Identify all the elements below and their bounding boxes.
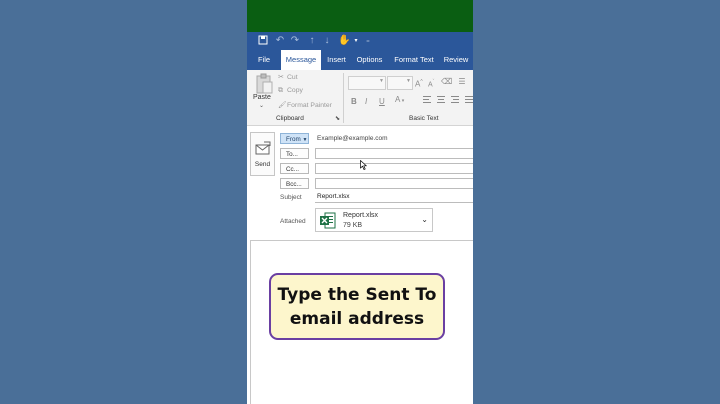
send-label: Send — [254, 161, 271, 168]
outlook-compose-window: ↶ ↷ ↑ ↓ ✋ ▾ ₌ File Message Insert Option… — [247, 0, 473, 404]
ribbon-separator — [343, 73, 344, 123]
clipboard-launcher-icon[interactable]: ⬊ — [335, 115, 340, 122]
bcc-field[interactable] — [315, 178, 473, 189]
quick-access-toolbar: ↶ ↷ ↑ ↓ ✋ ▾ ₌ — [247, 32, 473, 50]
scissors-icon: ✂ — [278, 74, 284, 81]
from-label: From — [286, 136, 301, 143]
chevron-down-icon: ▼ — [406, 78, 411, 84]
bold-button[interactable]: B — [351, 96, 357, 108]
basic-text-group-label: Basic Text — [409, 115, 439, 122]
subject-field[interactable]: Report.xlsx — [315, 192, 473, 203]
send-icon — [255, 141, 271, 155]
clipboard-group-label: Clipboard — [276, 115, 304, 122]
chevron-down-icon: ▾ — [400, 98, 405, 104]
tab-message[interactable]: Message — [281, 50, 321, 70]
chevron-down-icon: ▼ — [379, 78, 384, 84]
copy-button[interactable]: ⧉ Copy — [278, 87, 303, 95]
send-button[interactable]: Send — [250, 132, 275, 176]
excel-file-icon — [320, 212, 336, 229]
callout-line-1: Type the Sent To — [277, 284, 437, 305]
bullets-icon[interactable]: ☰ — [457, 76, 467, 88]
font-name-select[interactable]: ▼ — [348, 76, 386, 90]
cut-label: Cut — [287, 74, 298, 81]
subject-label: Subject — [280, 194, 302, 201]
chevron-down-icon[interactable]: ⌄ — [421, 215, 428, 224]
to-field[interactable] — [315, 148, 473, 159]
title-band — [247, 0, 473, 32]
up-arrow-icon[interactable]: ↑ — [306, 35, 318, 47]
attachment-item[interactable]: Report.xlsx 79 KB ⌄ — [315, 208, 433, 232]
cc-field[interactable] — [315, 163, 473, 174]
grow-font-button[interactable]: A^ — [415, 76, 423, 91]
callout-line-2: email address — [289, 308, 425, 329]
paintbrush-icon: 🖌 — [278, 102, 287, 109]
touch-mode-dropdown-icon[interactable]: ▾ — [350, 35, 362, 47]
align-left-icon[interactable] — [423, 96, 431, 104]
copy-label: Copy — [287, 87, 303, 94]
tab-insert[interactable]: Insert — [324, 50, 349, 70]
undo-icon[interactable]: ↶ — [274, 35, 286, 47]
bcc-button[interactable]: Bcc... — [280, 178, 309, 189]
cc-button[interactable]: Cc... — [280, 163, 309, 174]
attached-label: Attached — [280, 218, 306, 225]
align-center-icon[interactable] — [437, 96, 445, 104]
font-color-button[interactable]: A ▾ — [395, 94, 404, 107]
chevron-down-icon: ▼ — [302, 137, 308, 143]
underline-button[interactable]: U — [379, 96, 385, 108]
paste-icon[interactable] — [255, 73, 273, 95]
format-painter-button[interactable]: 🖌Format Painter — [278, 101, 332, 109]
ribbon-tabs: File Message Insert Options Format Text … — [247, 50, 473, 70]
justify-icon[interactable] — [465, 96, 473, 104]
tab-format-text[interactable]: Format Text — [390, 50, 438, 70]
font-size-select[interactable]: ▼ — [387, 76, 413, 90]
paste-button[interactable]: Paste — [253, 94, 271, 101]
save-icon[interactable] — [257, 35, 269, 47]
to-button[interactable]: To... — [280, 148, 309, 159]
instruction-callout: Type the Sent To email address — [269, 273, 445, 340]
paste-dropdown-icon[interactable]: ⌄ — [259, 102, 264, 109]
compose-header: Send From ▼ Example@example.com To... Cc… — [247, 126, 473, 240]
touch-mode-icon[interactable]: ✋ — [338, 35, 350, 47]
tab-file[interactable]: File — [250, 50, 278, 70]
ribbon: Paste ⌄ ✂ Cut ⧉ Copy 🖌Format Painter Clipb… — [247, 70, 473, 126]
format-painter-label: Format Painter — [287, 102, 332, 109]
redo-icon[interactable]: ↷ — [289, 35, 301, 47]
tab-options[interactable]: Options — [352, 50, 387, 70]
from-value: Example@example.com — [317, 135, 388, 142]
copy-icon: ⧉ — [278, 87, 283, 94]
attachment-name: Report.xlsx — [343, 212, 379, 219]
tab-review[interactable]: Review — [441, 50, 471, 70]
mouse-cursor-icon — [360, 160, 367, 170]
clear-formatting-icon[interactable]: ⌫ — [441, 76, 452, 88]
from-button[interactable]: From ▼ — [280, 133, 309, 144]
attachment-size: 79 KB — [343, 222, 363, 229]
shrink-font-button[interactable]: Aˇ — [428, 76, 434, 91]
down-arrow-icon[interactable]: ↓ — [321, 35, 333, 47]
italic-button[interactable]: I — [365, 96, 367, 108]
customize-icon[interactable]: ₌ — [362, 35, 374, 47]
cut-button[interactable]: ✂ Cut — [278, 73, 298, 81]
align-right-icon[interactable] — [451, 96, 459, 104]
